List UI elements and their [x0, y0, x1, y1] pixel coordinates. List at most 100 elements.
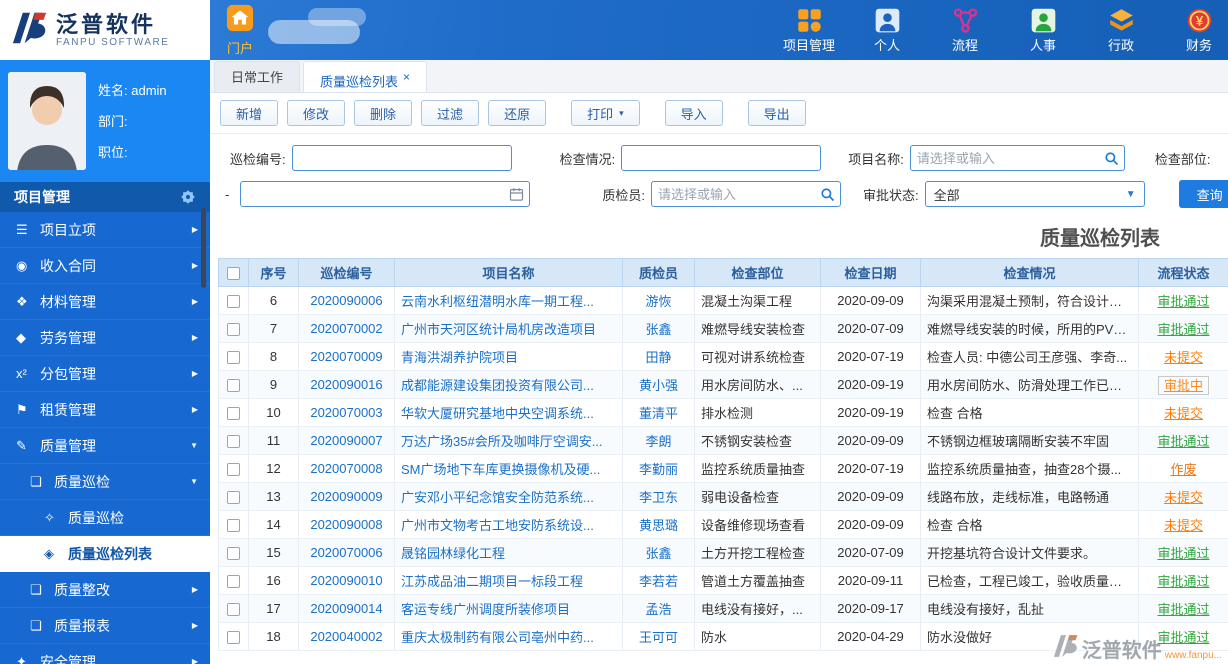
project-name-link[interactable]: 晟铭园林绿化工程	[401, 546, 505, 561]
inspector-link[interactable]: 李勤丽	[639, 462, 678, 477]
row-checkbox[interactable]	[227, 323, 240, 337]
nav-item-4[interactable]: 行政	[1092, 7, 1150, 54]
flow-status[interactable]: 未提交	[1164, 406, 1203, 421]
nav-item-3[interactable]: 人事	[1014, 7, 1072, 54]
situation-input[interactable]	[621, 145, 822, 171]
inspector-link[interactable]: 王可可	[639, 630, 678, 645]
project-name-link[interactable]: 客运专线广州调度所装修项目	[401, 602, 570, 617]
flow-status[interactable]: 审批通过	[1157, 434, 1209, 449]
sidebar-item-7[interactable]: ❏ 质量巡检 ▼	[0, 464, 210, 500]
tab-daily-work[interactable]: 日常工作	[214, 61, 301, 92]
table-row[interactable]: 10 2020070003 华软大厦研究基地中央空调系统... 董清平 排水检测 2020…	[218, 398, 1228, 427]
project-name-link[interactable]: SM广场地下车库更换摄像机及硬...	[401, 462, 600, 477]
inspection-code-link[interactable]: 2020040002	[310, 629, 382, 644]
inspection-code-link[interactable]: 2020070006	[310, 545, 382, 560]
gear-icon[interactable]	[180, 189, 196, 205]
inspection-code-link[interactable]: 2020090007	[310, 433, 382, 448]
inspection-code-link[interactable]: 2020090008	[310, 517, 382, 532]
flow-status[interactable]: 审批通过	[1157, 322, 1209, 337]
search-icon[interactable]	[820, 187, 835, 202]
project-name-link[interactable]: 广安邓小平纪念馆安全防范系统...	[401, 490, 594, 505]
project-name-link[interactable]: 广州市天河区统计局机房改造项目	[401, 322, 596, 337]
project-name-link[interactable]: 万达广场35#会所及咖啡厅空调安...	[401, 434, 603, 449]
sidebar-item-8[interactable]: ✧ 质量巡检	[0, 500, 210, 536]
inspector-input[interactable]	[650, 181, 841, 207]
project-name-link[interactable]: 江苏成品油二期项目一标段工程	[401, 574, 583, 589]
sidebar-item-9[interactable]: ◈ 质量巡检列表	[0, 536, 210, 572]
project-name-link[interactable]: 青海洪湖养护院项目	[401, 350, 518, 365]
inspection-code-link[interactable]: 2020090014	[310, 601, 382, 616]
sidebar-item-1[interactable]: ◉ 收入合同 ▶	[0, 248, 210, 284]
flow-status[interactable]: 审批通过	[1157, 630, 1209, 645]
project-name-link[interactable]: 云南水利枢纽潜明水库一期工程...	[401, 294, 594, 309]
flow-status[interactable]: 未提交	[1164, 490, 1203, 505]
sidebar-scrollbar[interactable]	[201, 208, 206, 288]
header-cell[interactable]: 检查情况	[920, 258, 1139, 287]
inspection-code-link[interactable]: 2020070003	[310, 405, 382, 420]
row-checkbox[interactable]	[227, 407, 240, 421]
flow-status[interactable]: 未提交	[1164, 350, 1203, 365]
table-row[interactable]: 15 2020070006 晟铭园林绿化工程 张鑫 土方开挖工程检查 2020-07-09…	[218, 538, 1228, 567]
portal-nav-item[interactable]: 门户	[226, 0, 254, 60]
table-row[interactable]: 12 2020070008 SM广场地下车库更换摄像机及硬... 李勤丽 监控系统质量抽…	[218, 454, 1228, 483]
inspector-link[interactable]: 李卫东	[639, 490, 678, 505]
table-row[interactable]: 11 2020090007 万达广场35#会所及咖啡厅空调安... 李朗 不锈钢安装检查…	[218, 426, 1228, 455]
sidebar-item-0[interactable]: ☰ 项目立项 ▶	[0, 212, 210, 248]
inspector-link[interactable]: 张鑫	[645, 546, 671, 561]
inspection-code-link[interactable]: 2020090006	[310, 293, 382, 308]
table-row[interactable]: 18 2020040002 重庆太极制药有限公司亳州中药... 王可可 防水 2020-0…	[218, 622, 1228, 651]
inspector-link[interactable]: 董清平	[639, 406, 678, 421]
project-name-link[interactable]: 重庆太极制药有限公司亳州中药...	[401, 630, 594, 645]
sidebar-item-6[interactable]: ✎ 质量管理 ▼	[0, 428, 210, 464]
toolbar-button-2[interactable]: 删除	[354, 100, 413, 126]
toolbar-button-0[interactable]: 新增	[220, 100, 279, 126]
table-row[interactable]: 7 2020070002 广州市天河区统计局机房改造项目 张鑫 难燃导线安装检查 2020…	[218, 314, 1228, 343]
table-row[interactable]: 6 2020090006 云南水利枢纽潜明水库一期工程... 游恢 混凝土沟渠工程 202…	[218, 286, 1228, 315]
query-button[interactable]: 查询	[1178, 180, 1228, 208]
table-row[interactable]: 9 2020090016 成都能源建设集团投资有限公司... 黄小强 用水房间防水、..…	[218, 370, 1228, 399]
flow-status[interactable]: 审批通过	[1157, 574, 1209, 589]
header-cell[interactable]: 项目名称	[394, 258, 623, 287]
close-icon[interactable]: ×	[403, 70, 410, 84]
inspector-link[interactable]: 李朗	[645, 434, 671, 449]
table-row[interactable]: 14 2020090008 广州市文物考古工地安防系统设... 黄思璐 设备维修现场查看…	[218, 510, 1228, 539]
search-icon[interactable]	[1104, 151, 1119, 166]
approval-status-select[interactable]: 全部 ▼	[924, 181, 1145, 207]
sidebar-item-11[interactable]: ❏ 质量报表 ▶	[0, 608, 210, 644]
inspector-link[interactable]: 游恢	[645, 294, 671, 309]
project-name-link[interactable]: 成都能源建设集团投资有限公司...	[401, 378, 594, 393]
inspection-code-link[interactable]: 2020070009	[310, 349, 382, 364]
inspector-link[interactable]: 张鑫	[645, 322, 671, 337]
header-cell[interactable]: 序号	[248, 258, 299, 287]
toolbar-button-7[interactable]: 导出	[747, 100, 806, 126]
project-name-link[interactable]: 华软大厦研究基地中央空调系统...	[401, 406, 594, 421]
flow-status[interactable]: 审批通过	[1157, 546, 1209, 561]
inspection-code-link[interactable]: 2020090009	[310, 489, 382, 504]
header-cell[interactable]: 检查日期	[820, 258, 921, 287]
toolbar-button-3[interactable]: 过滤	[421, 100, 480, 126]
inspection-code-link[interactable]: 2020070008	[310, 461, 382, 476]
sidebar-section-header[interactable]: 项目管理	[0, 182, 210, 212]
row-checkbox[interactable]	[227, 603, 240, 617]
tab-quality-inspection-list[interactable]: 质量巡检列表 ×	[303, 61, 428, 92]
table-row[interactable]: 13 2020090009 广安邓小平纪念馆安全防范系统... 李卫东 弱电设备检查 20…	[218, 482, 1228, 511]
sidebar-item-2[interactable]: ❖ 材料管理 ▶	[0, 284, 210, 320]
project-name-link[interactable]: 广州市文物考古工地安防系统设...	[401, 518, 594, 533]
toolbar-button-5[interactable]: 打印 ▾	[571, 100, 640, 126]
flow-status[interactable]: 审批中	[1157, 376, 1209, 395]
header-cell[interactable]: 检查部位	[694, 258, 821, 287]
inspection-code-link[interactable]: 2020090016	[310, 377, 382, 392]
inspector-link[interactable]: 黄思璐	[639, 518, 678, 533]
sidebar-item-4[interactable]: x² 分包管理 ▶	[0, 356, 210, 392]
nav-item-0[interactable]: 项目管理	[780, 7, 838, 54]
inspector-link[interactable]: 孟浩	[645, 602, 671, 617]
date-input[interactable]	[240, 181, 531, 207]
inspect-no-input[interactable]	[291, 145, 512, 171]
header-cell[interactable]: 流程状态	[1138, 258, 1228, 287]
inspection-code-link[interactable]: 2020070002	[310, 321, 382, 336]
sidebar-item-12[interactable]: ✦ 安全管理 ▶	[0, 644, 210, 664]
flow-status[interactable]: 未提交	[1164, 518, 1203, 533]
toolbar-button-4[interactable]: 还原	[488, 100, 547, 126]
flow-status[interactable]: 作废	[1170, 462, 1196, 477]
row-checkbox[interactable]	[227, 295, 240, 309]
